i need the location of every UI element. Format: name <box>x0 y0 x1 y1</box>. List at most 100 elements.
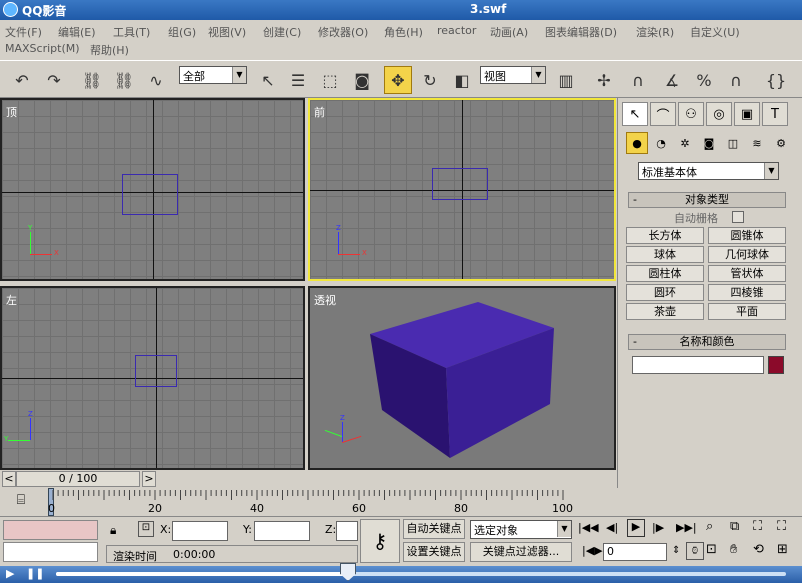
viewport-top[interactable]: 顶 Y X <box>0 98 305 281</box>
menu-rendering[interactable]: 渲染(R) <box>636 24 674 40</box>
set-key-button[interactable]: 设置关键点 <box>403 542 465 562</box>
modify-tab-icon[interactable]: ⌒ <box>650 102 676 126</box>
menu-help[interactable]: 帮助(H) <box>90 42 129 58</box>
prev-key-icon[interactable]: ◀| <box>606 521 618 534</box>
cylinder-button[interactable]: 圆柱体 <box>626 265 704 282</box>
utilities-tab-icon[interactable]: T <box>762 102 788 126</box>
play-icon[interactable]: ▶ <box>6 567 14 580</box>
box-wireframe[interactable] <box>135 355 177 387</box>
x-coord-field[interactable] <box>172 521 228 541</box>
named-selection-icon[interactable]: {} <box>762 66 790 94</box>
time-config-icon[interactable]: ⌚︎ <box>686 542 704 560</box>
auto-grid-checkbox[interactable] <box>732 211 744 223</box>
menu-views[interactable]: 视图(V) <box>208 24 246 40</box>
prev-frame-icon[interactable]: < <box>2 471 16 487</box>
zoom-icon[interactable]: ⌕ <box>706 519 713 534</box>
select-scale-icon[interactable]: ◧ <box>448 66 476 94</box>
y-coord-field[interactable] <box>254 521 310 541</box>
plane-button[interactable]: 平面 <box>708 303 786 320</box>
viewport-front[interactable]: 前 Z X <box>308 98 616 281</box>
reference-coord-select[interactable]: 视图 ▼ <box>480 66 546 84</box>
next-frame-icon[interactable]: > <box>142 471 156 487</box>
arc-rotate-icon[interactable]: ⟲ <box>753 542 764 557</box>
bind-space-warp-icon[interactable]: ∿ <box>142 66 170 94</box>
redo-icon[interactable]: ↷ <box>40 66 68 94</box>
pyramid-button[interactable]: 四棱锥 <box>708 284 786 301</box>
tube-button[interactable]: 管状体 <box>708 265 786 282</box>
hierarchy-tab-icon[interactable]: ⚇ <box>678 102 704 126</box>
menu-create[interactable]: 创建(C) <box>263 24 301 40</box>
pan-icon[interactable]: ✋︎ <box>730 542 737 557</box>
goto-end-icon[interactable]: ▶▶| <box>676 521 697 534</box>
unlink-icon[interactable]: ⛓ <box>110 66 138 94</box>
maximize-viewport-icon[interactable]: ⊞ <box>777 542 788 557</box>
progress-track[interactable] <box>56 572 786 576</box>
current-frame-field[interactable]: 0 <box>603 543 667 561</box>
zoom-extents-icon[interactable]: ⛶ <box>753 519 762 534</box>
rollout-object-type[interactable]: - 对象类型 <box>628 192 786 208</box>
curve-editor-icon[interactable]: ⌸ <box>6 492 36 510</box>
menu-tools[interactable]: 工具(T) <box>113 24 150 40</box>
select-object-icon[interactable]: ↖ <box>254 66 282 94</box>
time-slider[interactable]: 0 / 100 <box>16 471 140 487</box>
menu-graph-editors[interactable]: 图表编辑器(D) <box>545 24 617 40</box>
pivot-center-icon[interactable]: ▥ <box>552 66 580 94</box>
teapot-button[interactable]: 茶壶 <box>626 303 704 320</box>
selection-filter-select[interactable]: 全部 ▼ <box>179 66 247 84</box>
geometry-icon[interactable]: ● <box>626 132 648 154</box>
zoom-all-icon[interactable]: ⧉ <box>730 519 739 534</box>
menu-modifiers[interactable]: 修改器(O) <box>318 24 368 40</box>
window-crossing-icon[interactable]: ◙ <box>348 66 376 94</box>
cameras-icon[interactable]: ◙ <box>698 132 720 154</box>
create-tab-icon[interactable]: ↖ <box>622 102 648 126</box>
rollout-name-color[interactable]: - 名称和颜色 <box>628 334 786 350</box>
motion-tab-icon[interactable]: ◎ <box>706 102 732 126</box>
play-icon[interactable]: ▶ <box>627 519 645 537</box>
box-button[interactable]: 长方体 <box>626 227 704 244</box>
snap-3d-icon[interactable]: ∩ <box>624 66 652 94</box>
zoom-extents-all-icon[interactable]: ⛶ <box>777 519 786 534</box>
goto-start-icon[interactable]: |◀◀ <box>578 521 599 534</box>
torus-button[interactable]: 圆环 <box>626 284 704 301</box>
z-coord-field[interactable] <box>336 521 358 541</box>
object-name-field[interactable] <box>632 356 764 374</box>
track-bar[interactable]: ⌸ 0 20 40 60 80 100 <box>0 488 617 516</box>
lights-icon[interactable]: ✲ <box>674 132 696 154</box>
undo-icon[interactable]: ↶ <box>8 66 36 94</box>
next-key-icon[interactable]: |▶ <box>652 521 664 534</box>
menu-customize[interactable]: 自定义(U) <box>690 24 740 40</box>
spinner-icon[interactable]: ⇕ <box>672 545 680 556</box>
key-icon[interactable]: ⚷ <box>360 519 400 563</box>
absolute-mode-icon[interactable]: ⊡ <box>138 521 154 537</box>
spinner-snap-icon[interactable]: ∩ <box>722 66 750 94</box>
category-select[interactable]: 标准基本体 ▼ <box>638 162 779 180</box>
select-by-name-icon[interactable]: ☰ <box>284 66 312 94</box>
viewport-perspective[interactable]: 透视 Z <box>308 286 616 470</box>
sphere-button[interactable]: 球体 <box>626 246 704 263</box>
space-warps-icon[interactable]: ≋ <box>746 132 768 154</box>
cone-button[interactable]: 圆锥体 <box>708 227 786 244</box>
viewport-left[interactable]: 左 Z Y <box>0 286 305 470</box>
box-wireframe[interactable] <box>432 168 488 200</box>
maxscript-listener-top[interactable] <box>3 520 98 540</box>
angle-snap-icon[interactable]: ∡ <box>658 66 686 94</box>
menu-character[interactable]: 角色(H) <box>384 24 423 40</box>
auto-key-button[interactable]: 自动关键点 <box>403 519 465 539</box>
helpers-icon[interactable]: ◫ <box>722 132 744 154</box>
select-rotate-icon[interactable]: ↻ <box>416 66 444 94</box>
select-link-icon[interactable]: ⛓ <box>78 66 106 94</box>
select-move-icon[interactable]: ✥ <box>384 66 412 94</box>
maxscript-listener-bottom[interactable] <box>3 542 98 562</box>
rect-selection-icon[interactable]: ⬚ <box>316 66 344 94</box>
geosphere-button[interactable]: 几何球体 <box>708 246 786 263</box>
select-manipulate-icon[interactable]: ✢ <box>590 66 618 94</box>
lock-icon[interactable]: 🔒︎ <box>110 523 116 538</box>
pause-icon[interactable]: ❚❚ <box>26 567 44 580</box>
menu-animation[interactable]: 动画(A) <box>490 24 528 40</box>
menu-file[interactable]: 文件(F) <box>5 24 42 40</box>
menu-group[interactable]: 组(G) <box>168 24 196 40</box>
percent-snap-icon[interactable]: % <box>690 66 718 94</box>
menu-maxscript[interactable]: MAXScript(M) <box>5 42 80 55</box>
display-tab-icon[interactable]: ▣ <box>734 102 760 126</box>
systems-icon[interactable]: ⚙ <box>770 132 792 154</box>
